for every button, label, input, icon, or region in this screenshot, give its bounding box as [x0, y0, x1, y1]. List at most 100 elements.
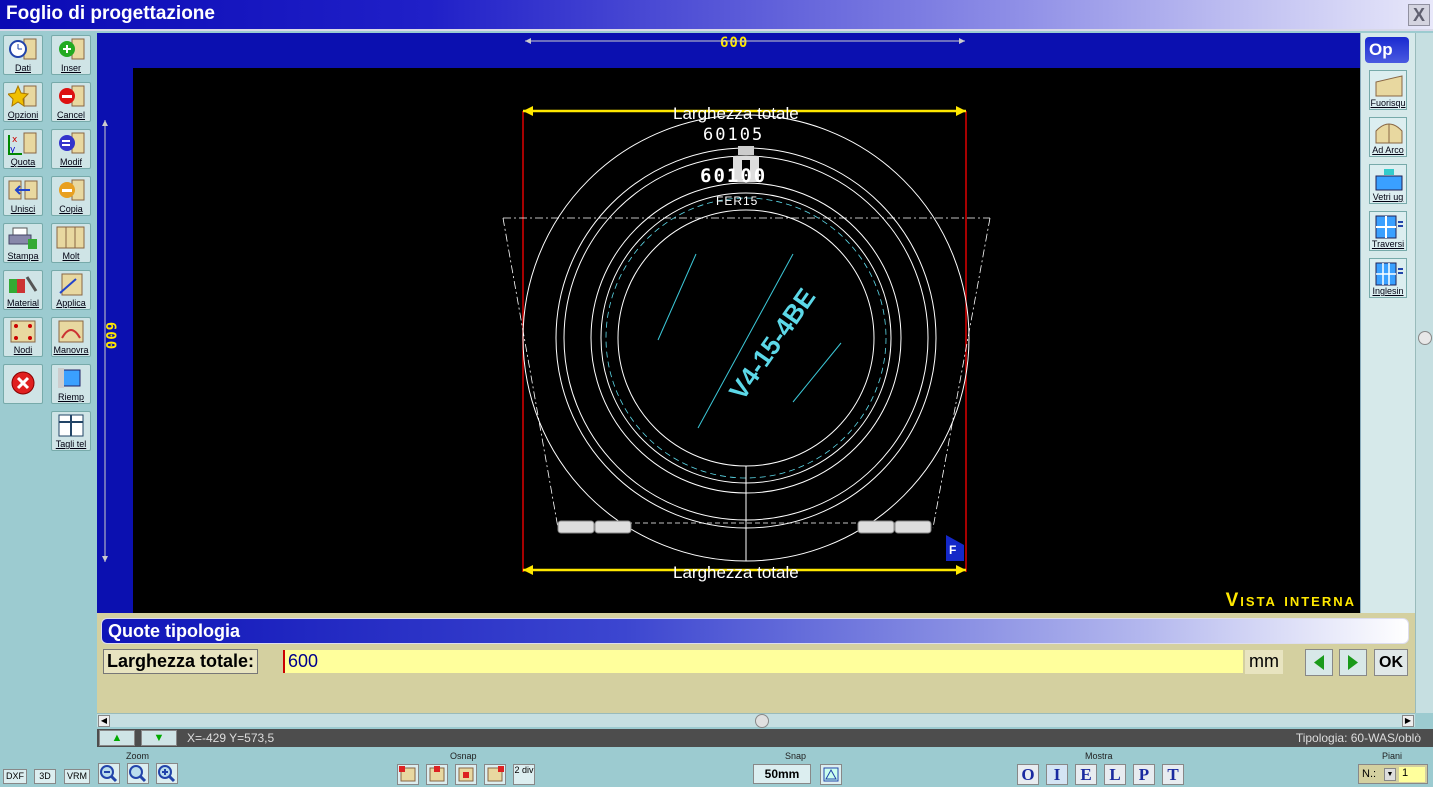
- tool-riemp-button[interactable]: Riemp: [51, 364, 91, 404]
- hardware-code: FER15: [716, 194, 759, 208]
- quote-panel: Quote tipologia Larghezza totale: mm OK: [97, 613, 1415, 713]
- width-input[interactable]: [283, 650, 1243, 673]
- tool-modif-button[interactable]: Modif: [51, 129, 91, 169]
- nodes-icon: [10, 320, 36, 343]
- ok-button[interactable]: OK: [1374, 649, 1408, 676]
- width-label-top: Larghezza totale: [673, 104, 799, 123]
- tool-tagli-tel-button[interactable]: Tagli tel: [51, 411, 91, 451]
- osnap-center-icon: [458, 767, 474, 782]
- tool-nodi-button[interactable]: Nodi: [3, 317, 43, 357]
- left-toolbar: Dati Inser Opzioni Cancel xy Quota Modif…: [0, 33, 96, 473]
- osnap-2div-button[interactable]: 2 div: [513, 764, 535, 785]
- snap-grid-icon: [823, 767, 839, 782]
- copy-orange-icon: [59, 179, 85, 201]
- scroll-thumb[interactable]: [755, 714, 769, 728]
- op-tab[interactable]: Op: [1365, 37, 1409, 63]
- arch-icon: [1375, 123, 1403, 144]
- zoom-label: Zoom: [126, 751, 150, 761]
- tool-label: Stampa: [7, 251, 39, 261]
- osnap-node-button[interactable]: [484, 764, 506, 785]
- piani-value: 1: [1399, 767, 1425, 782]
- tool-label: Molt: [62, 251, 80, 261]
- bottom-toolbar: DXF 3D VRM Zoom Osnap 2 div Snap 50mm Mo…: [0, 747, 1433, 787]
- apply-icon: [59, 273, 83, 296]
- layer-up-button[interactable]: ▲: [99, 730, 135, 746]
- tool-molt-button[interactable]: Molt: [51, 223, 91, 263]
- tool-stampa-button[interactable]: Stampa: [3, 223, 43, 263]
- left-dimension: 600: [102, 321, 119, 351]
- traversi-button[interactable]: Traversi: [1369, 211, 1407, 251]
- scroll-right-button[interactable]: ▶: [1402, 715, 1414, 727]
- multiply-frames-icon: [56, 226, 85, 249]
- tool-dati-button[interactable]: Dati: [3, 35, 43, 75]
- tool-inser-button[interactable]: Inser: [51, 35, 91, 75]
- show-i-button[interactable]: I: [1046, 764, 1068, 785]
- chevron-down-icon[interactable]: ▼: [1384, 768, 1396, 781]
- export-dxf-button[interactable]: DXF: [3, 769, 27, 784]
- piani-selector[interactable]: N.: ▼ 1: [1358, 764, 1428, 784]
- osnap-label: Osnap: [450, 751, 477, 761]
- tool-cancel-button[interactable]: Cancel: [51, 82, 91, 122]
- zoom-in-button[interactable]: [156, 763, 178, 784]
- dimension-xy-icon: xy: [8, 132, 37, 155]
- osnap-endpoint-icon: [399, 766, 416, 782]
- tool-label: Inglesin: [1372, 286, 1404, 296]
- drawing-canvas[interactable]: Larghezza totale Larghezza totale 60105 …: [133, 68, 1360, 613]
- profile-code-inner: 60100: [700, 165, 768, 187]
- star-icon: [8, 85, 37, 108]
- tool-label: Opzioni: [7, 110, 39, 120]
- mostra-label: Mostra: [1085, 751, 1113, 761]
- show-l-button[interactable]: L: [1104, 764, 1126, 785]
- layer-down-button[interactable]: ▼: [141, 730, 177, 746]
- tool-applica-button[interactable]: Applica: [51, 270, 91, 310]
- fuorisquadra-button[interactable]: Fuorisqu: [1369, 70, 1407, 110]
- vertical-scrollbar[interactable]: [1415, 33, 1433, 713]
- tool-quota-button[interactable]: xy Quota: [3, 129, 43, 169]
- vetri-ug-button[interactable]: Vetri ug: [1369, 164, 1407, 204]
- osnap-midpoint-icon: [429, 766, 445, 782]
- ad-arco-button[interactable]: Ad Arco: [1369, 117, 1407, 157]
- tool-label: Copia: [59, 204, 83, 214]
- tool-copia-button[interactable]: Copia: [51, 176, 91, 216]
- snap-toggle-button[interactable]: [820, 764, 842, 785]
- zoom-icon: [129, 765, 147, 783]
- snap-value-button[interactable]: 50mm: [753, 764, 811, 784]
- tool-manovra-button[interactable]: Manovra: [51, 317, 91, 357]
- profile-code-outer: 60105: [703, 125, 765, 145]
- previous-button[interactable]: [1305, 649, 1333, 676]
- arrow-left-icon: [1314, 655, 1324, 670]
- remove-red-icon: [59, 85, 85, 107]
- osnap-midpoint-button[interactable]: [426, 764, 448, 785]
- piani-n-label: N.:: [1362, 768, 1377, 780]
- tool-material-button[interactable]: Material: [3, 270, 43, 310]
- view-3d-button[interactable]: 3D: [34, 769, 56, 784]
- exit-button[interactable]: [3, 364, 43, 404]
- unit-label: mm: [1245, 650, 1283, 674]
- zoom-out-button[interactable]: [98, 763, 120, 784]
- tool-label: Modif: [59, 157, 82, 167]
- maneuver-icon: [58, 320, 84, 343]
- piani-label: Piani: [1382, 751, 1403, 761]
- tool-unisci-button[interactable]: Unisci: [3, 176, 43, 216]
- show-o-button[interactable]: O: [1017, 764, 1039, 785]
- next-button[interactable]: [1339, 649, 1367, 676]
- arrow-right-icon: [1348, 655, 1358, 670]
- tool-opzioni-button[interactable]: Opzioni: [3, 82, 43, 122]
- scroll-thumb[interactable]: [1418, 331, 1432, 345]
- inglesine-button[interactable]: Inglesin: [1369, 258, 1407, 298]
- zoom-out-icon: [100, 765, 118, 783]
- zoom-window-button[interactable]: [127, 763, 149, 784]
- scroll-left-button[interactable]: ◀: [98, 715, 110, 727]
- osnap-center-button[interactable]: [455, 764, 477, 785]
- close-circle-icon: [11, 371, 35, 395]
- show-t-button[interactable]: T: [1162, 764, 1184, 785]
- osnap-endpoint-button[interactable]: [397, 764, 419, 785]
- close-window-button[interactable]: X: [1408, 4, 1430, 26]
- horizontal-scrollbar[interactable]: ◀ ▶: [97, 713, 1415, 728]
- frame-cuts-icon: [58, 414, 84, 437]
- tool-label: Applica: [56, 298, 86, 308]
- export-vrm-button[interactable]: VRM: [64, 769, 90, 784]
- show-e-button[interactable]: E: [1075, 764, 1097, 785]
- zoom-in-icon: [158, 765, 176, 783]
- show-p-button[interactable]: P: [1133, 764, 1155, 785]
